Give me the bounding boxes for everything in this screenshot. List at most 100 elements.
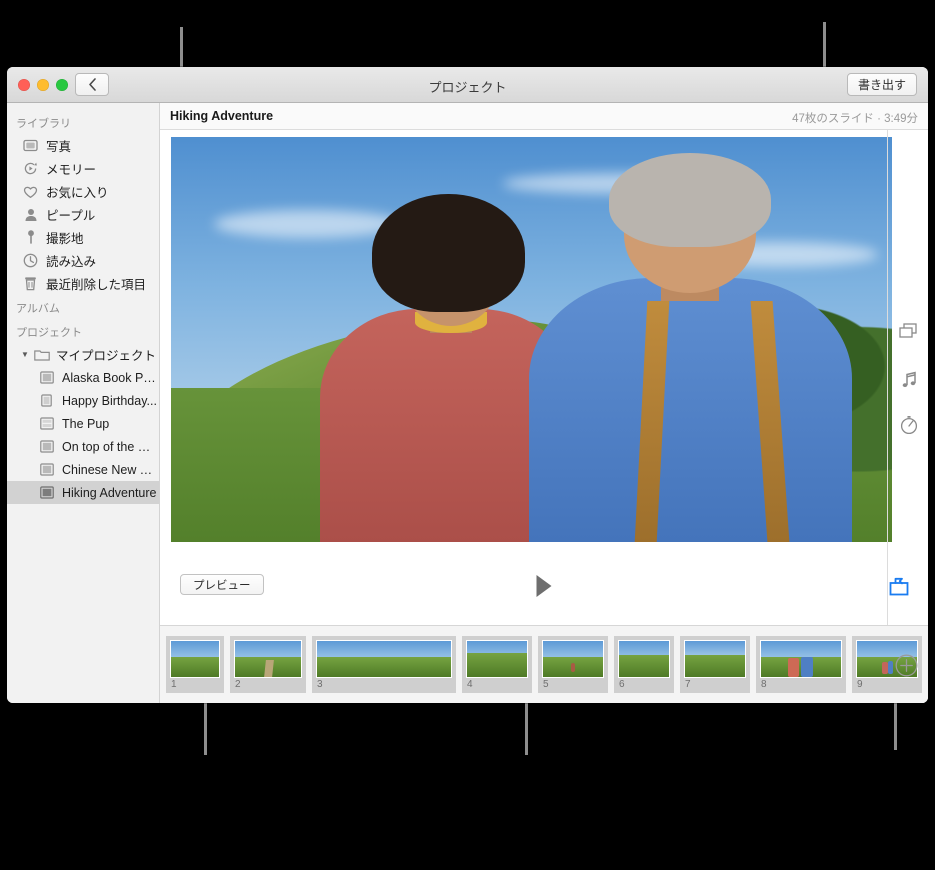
- sidebar-item-places-label: 撮影地: [46, 232, 84, 246]
- chevron-down-icon[interactable]: ▼: [21, 350, 32, 359]
- sidebar-item-photos-label: 写真: [46, 140, 72, 154]
- sidebar-item-on-top-of-the-world[interactable]: On top of the W...: [7, 435, 159, 458]
- preview-canvas: プレビュー: [160, 130, 928, 625]
- sidebar-item-memories[interactable]: メモリー: [7, 157, 159, 180]
- preview-button[interactable]: プレビュー: [180, 574, 264, 595]
- play-button[interactable]: [536, 575, 552, 597]
- preview-button-label: プレビュー: [193, 579, 251, 592]
- sidebar-item-recently-deleted[interactable]: 最近削除した項目: [7, 272, 159, 295]
- slide-number: 9: [857, 679, 863, 690]
- add-slide-icon: [895, 654, 918, 677]
- themes-button[interactable]: [897, 322, 919, 342]
- slide-number: 8: [761, 679, 767, 690]
- sidebar-item-the-pup[interactable]: The Pup: [7, 412, 159, 435]
- rail-divider: [887, 130, 888, 625]
- sidebar-header-library: ライブラリ: [16, 118, 71, 130]
- window-titlebar: プロジェクト 書き出す: [7, 67, 928, 103]
- memories-icon: [21, 161, 40, 177]
- person-icon: [21, 207, 40, 223]
- slide-thumbnail: [760, 640, 842, 678]
- list-item[interactable]: 3: [312, 636, 456, 693]
- sidebar-item-favorites[interactable]: お気に入り: [7, 180, 159, 203]
- list-item[interactable]: 7: [680, 636, 750, 693]
- slide-thumbnail: [618, 640, 670, 678]
- pin-icon: [21, 230, 40, 246]
- trash-icon: [21, 276, 40, 292]
- sidebar[interactable]: ライブラリ 写真 メモリー お気に入り ピープル 撮影地 読み込み 最近削除した…: [7, 103, 160, 703]
- sidebar-item-my-projects-label: マイプロジェクト: [56, 349, 157, 363]
- window-body: ライブラリ 写真 メモリー お気に入り ピープル 撮影地 読み込み 最近削除した…: [7, 103, 928, 703]
- project-icon: [37, 462, 56, 478]
- slide-thumbnail: [170, 640, 220, 678]
- sidebar-item-happy-birthday-label: Happy Birthday...: [62, 393, 157, 408]
- sidebar-item-hiking-adventure-label: Hiking Adventure: [62, 485, 157, 500]
- sidebar-item-imports-label: 読み込み: [46, 255, 97, 269]
- share-icon: [889, 577, 909, 596]
- list-item[interactable]: 2: [230, 636, 306, 693]
- export-button-label: 書き出す: [857, 78, 906, 92]
- man-hair: [609, 153, 771, 247]
- card-icon: [37, 393, 56, 409]
- screenshot-stage: プロジェクト 書き出す ライブラリ 写真 メモリー お気に入り ピープル 撮影地…: [0, 0, 935, 870]
- sidebar-item-hiking-adventure[interactable]: Hiking Adventure: [7, 481, 159, 504]
- sidebar-item-people[interactable]: ピープル: [7, 203, 159, 226]
- slideshow-icon: [37, 416, 56, 432]
- sidebar-item-on-top-of-the-world-label: On top of the W...: [62, 439, 159, 454]
- slide-number: 7: [685, 679, 691, 690]
- slideshow-icon: [37, 485, 56, 501]
- duration-timer-icon: [900, 416, 918, 435]
- themes-icon: [899, 323, 917, 338]
- slide-number: 2: [235, 679, 241, 690]
- sidebar-item-chinese-new-year[interactable]: Chinese New Year: [7, 458, 159, 481]
- list-item[interactable]: 8: [756, 636, 846, 693]
- woman-hair: [372, 193, 525, 313]
- sidebar-header-albums: アルバム: [16, 303, 60, 315]
- project-icon: [37, 439, 56, 455]
- window-title: プロジェクト: [428, 80, 507, 95]
- slide-thumbnail: [542, 640, 604, 678]
- sidebar-item-alaska-book-project[interactable]: Alaska Book Proj...: [7, 366, 159, 389]
- man-figure: [528, 153, 852, 542]
- sidebar-item-photos[interactable]: 写真: [7, 134, 159, 157]
- sidebar-item-recently-deleted-label: 最近削除した項目: [46, 278, 147, 292]
- slide-number: 5: [543, 679, 549, 690]
- sidebar-item-imports[interactable]: 読み込み: [7, 249, 159, 272]
- slide-number: 6: [619, 679, 625, 690]
- slide-thumbnail: [316, 640, 452, 678]
- export-button[interactable]: 書き出す: [846, 73, 917, 96]
- photos-icon: [21, 138, 40, 154]
- sidebar-header-projects: プロジェクト: [16, 327, 82, 339]
- project-icon: [37, 370, 56, 386]
- slide-number: 1: [171, 679, 177, 690]
- folder-icon: [33, 347, 50, 363]
- photos-app-window: プロジェクト 書き出す ライブラリ 写真 メモリー お気に入り ピープル 撮影地…: [7, 67, 928, 703]
- man-shirt: [528, 277, 852, 542]
- page-title: Hiking Adventure: [170, 109, 274, 123]
- duration-button[interactable]: [899, 415, 919, 435]
- project-meta: 47枚のスライド · 3:49分: [792, 113, 918, 125]
- slide-preview-image[interactable]: [171, 137, 892, 542]
- slide-filmstrip[interactable]: 1 2 3 4 5 6 7 8 9: [160, 625, 928, 703]
- sidebar-item-my-projects[interactable]: ▼ マイプロジェクト: [7, 343, 159, 366]
- slide-thumbnail: [466, 640, 528, 678]
- list-item[interactable]: 4: [462, 636, 532, 693]
- music-button[interactable]: [899, 370, 919, 390]
- sidebar-item-chinese-new-year-label: Chinese New Year: [62, 462, 159, 477]
- slide-thumbnail: [234, 640, 302, 678]
- sidebar-item-happy-birthday[interactable]: Happy Birthday...: [7, 389, 159, 412]
- sidebar-item-people-label: ピープル: [46, 209, 96, 223]
- add-slide-button[interactable]: [895, 654, 918, 677]
- list-item[interactable]: 1: [166, 636, 224, 693]
- project-subheader: Hiking Adventure 47枚のスライド · 3:49分: [160, 103, 928, 130]
- slide-number: 3: [317, 679, 323, 690]
- sidebar-item-places[interactable]: 撮影地: [7, 226, 159, 249]
- sidebar-item-the-pup-label: The Pup: [62, 416, 110, 431]
- main-content: Hiking Adventure 47枚のスライド · 3:49分 プレビュー …: [160, 103, 928, 703]
- music-note-icon: [902, 371, 916, 388]
- sidebar-item-memories-label: メモリー: [46, 163, 97, 177]
- list-item[interactable]: 6: [614, 636, 674, 693]
- sidebar-item-favorites-label: お気に入り: [46, 186, 109, 200]
- slide-thumbnail: [684, 640, 746, 678]
- list-item[interactable]: 5: [538, 636, 608, 693]
- share-button[interactable]: [888, 577, 910, 597]
